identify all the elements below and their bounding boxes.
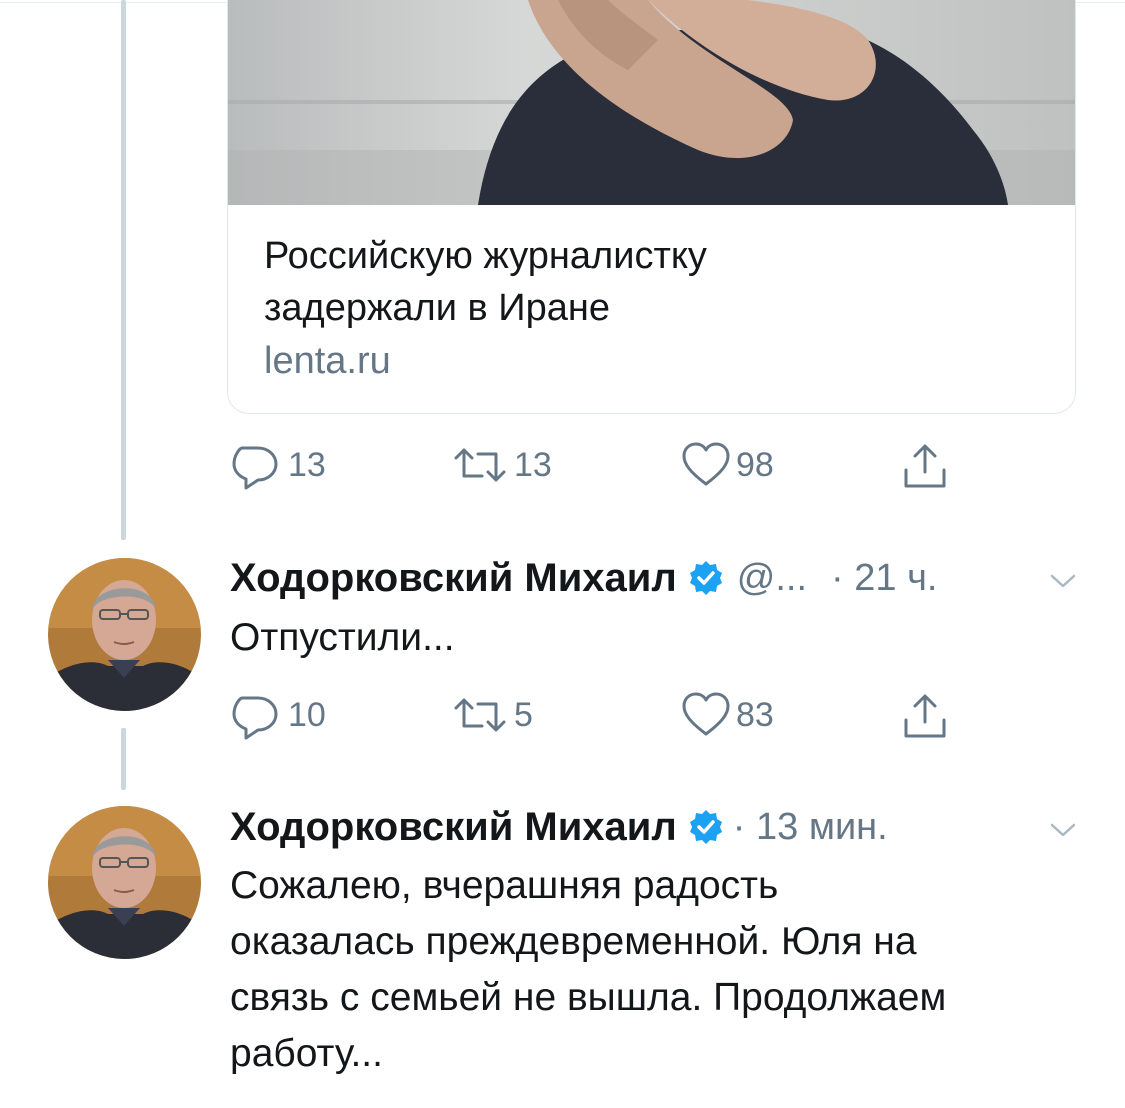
link-domain: lenta.ru [264, 340, 391, 382]
reply-button[interactable]: 10 [228, 690, 326, 740]
reply-count: 13 [288, 445, 326, 484]
avatar-image [48, 806, 201, 959]
link-title-line: задержали в Иране [264, 287, 610, 329]
avatar[interactable] [48, 558, 201, 711]
tweet-action-bar: 13 13 98 [228, 440, 988, 490]
verified-badge-icon [687, 808, 725, 846]
link-preview-card[interactable]: Российскую журналистку задержали в Иране… [227, 0, 1076, 414]
retweet-icon [450, 690, 510, 740]
retweet-button[interactable]: 5 [450, 690, 533, 740]
tweet-thread-page: Российскую журналистку задержали в Иране… [0, 0, 1125, 1108]
link-title-line: Российскую журналистку [264, 235, 707, 277]
tweet-text-line: связь с семьей не вышла. Продолжаем [230, 976, 947, 1019]
share-button[interactable] [900, 440, 950, 490]
tweet-text-line: работу... [230, 1032, 383, 1075]
tweet-timestamp[interactable]: · 21 ч. [831, 557, 937, 600]
thread-connector-line [121, 0, 126, 540]
retweet-count: 5 [514, 695, 533, 734]
link-preview-body: Российскую журналистку задержали в Иране… [264, 230, 1045, 388]
tweet-text: Сожалею, вчерашняя радость оказалась пре… [230, 858, 1100, 1082]
share-icon [900, 690, 950, 740]
share-button[interactable] [900, 690, 950, 740]
tweet-text-line: оказалась преждевременной. Юля на [230, 920, 917, 963]
like-button[interactable]: 83 [680, 690, 774, 740]
tweet-timestamp[interactable]: · 13 мин. [733, 806, 888, 849]
share-icon [900, 440, 950, 490]
author-handle[interactable]: @... [737, 557, 807, 600]
like-count: 83 [736, 695, 774, 734]
tweet-action-bar: 10 5 83 [228, 690, 988, 740]
author-name[interactable]: Ходорковский Михаил [230, 805, 677, 850]
reply-count: 10 [288, 695, 326, 734]
thread-connector-line [121, 728, 126, 790]
tweet-header: Ходорковский Михаил · 13 мин. [230, 802, 888, 852]
author-name[interactable]: Ходорковский Михаил [230, 556, 677, 601]
article-image [228, 0, 1075, 205]
chevron-down-icon[interactable] [1048, 815, 1078, 845]
retweet-button[interactable]: 13 [450, 440, 552, 490]
reply-icon [228, 690, 284, 740]
avatar-image [48, 558, 201, 711]
reply-icon [228, 440, 284, 490]
verified-badge-icon [687, 559, 725, 597]
retweet-count: 13 [514, 445, 552, 484]
retweet-icon [450, 440, 510, 490]
tweet-text: Отпустили... [230, 616, 455, 659]
like-icon [680, 440, 732, 490]
like-icon [680, 690, 732, 740]
like-button[interactable]: 98 [680, 440, 774, 490]
like-count: 98 [736, 445, 774, 484]
tweet-header: Ходорковский Михаил @... · 21 ч. [230, 553, 937, 603]
chevron-down-icon[interactable] [1048, 566, 1078, 596]
reply-button[interactable]: 13 [228, 440, 326, 490]
avatar[interactable] [48, 806, 201, 959]
tweet-text-line: Сожалею, вчерашняя радость [230, 864, 779, 907]
